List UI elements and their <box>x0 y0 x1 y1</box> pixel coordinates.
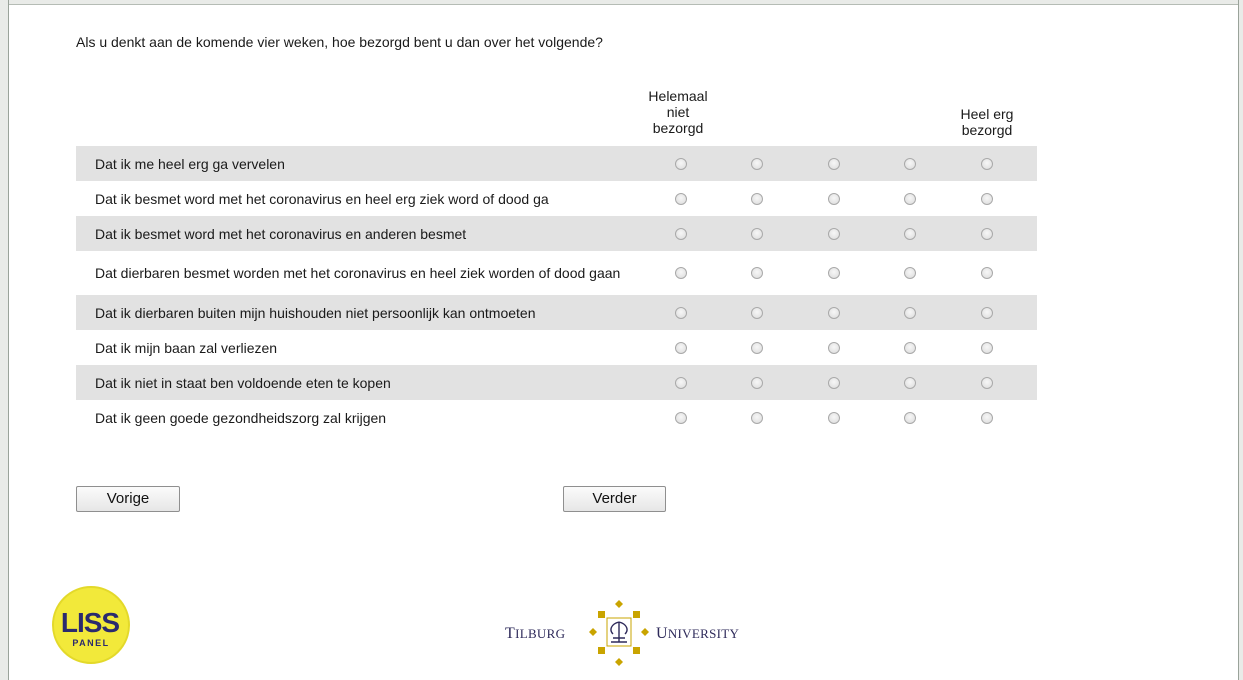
row-label: Dat ik mijn baan zal verliezen <box>95 339 278 356</box>
grid-row-5: Dat ik dierbaren buiten mijn huishouden … <box>76 295 1037 330</box>
radio-option-1[interactable] <box>675 157 687 170</box>
window-right-border <box>1238 0 1243 680</box>
radio-option-4[interactable] <box>904 411 916 424</box>
scale-label-line: Heel erg <box>960 106 1014 122</box>
liss-panel-logo: LISS PANEL <box>50 584 132 666</box>
tilburg-wordmark-right: UNIVERSITY <box>656 625 740 642</box>
grid-row-6: Dat ik mijn baan zal verliezen <box>76 330 1037 365</box>
radio-option-2[interactable] <box>751 267 763 279</box>
question-text: Als u denkt aan de komende vier weken, h… <box>76 34 603 50</box>
tilburg-emblem-icon <box>589 600 649 666</box>
radio-option-2[interactable] <box>751 157 763 170</box>
scale-label-line: Helemaal <box>648 88 708 104</box>
tilburg-wordmark-left: TILBURG <box>505 625 566 642</box>
radio-option-4[interactable] <box>904 267 916 279</box>
row-label: Dat dierbaren besmet worden met het coro… <box>95 265 621 281</box>
radio-option-1[interactable] <box>675 376 687 389</box>
radio-option-3[interactable] <box>828 306 840 319</box>
radio-option-3[interactable] <box>828 376 840 389</box>
radio-option-1[interactable] <box>675 411 687 424</box>
radio-option-1[interactable] <box>675 306 687 319</box>
radio-option-2[interactable] <box>751 411 763 424</box>
grid-row-1: Dat ik me heel erg ga vervelen <box>76 146 1037 181</box>
window-left-border <box>0 0 9 680</box>
radio-option-1[interactable] <box>675 267 687 279</box>
liss-panel-logo-graphic: LISS PANEL <box>52 586 130 664</box>
radio-option-2[interactable] <box>751 306 763 319</box>
radio-option-4[interactable] <box>904 192 916 205</box>
scale-label-not-worried: Helemaal niet bezorgd <box>646 88 710 136</box>
radio-option-2[interactable] <box>751 192 763 205</box>
grid-row-7: Dat ik niet in staat ben voldoende eten … <box>76 365 1037 400</box>
tilburg-university-logo: TILBURG UNIVERSITY <box>505 598 760 670</box>
radio-option-3[interactable] <box>828 341 840 354</box>
radio-option-5[interactable] <box>981 411 993 424</box>
grid-row-8: Dat ik geen goede gezondheidszorg zal kr… <box>76 400 1037 435</box>
svg-text:PANEL: PANEL <box>72 638 109 648</box>
grid-row-4: Dat dierbaren besmet worden met het coro… <box>76 251 1037 295</box>
row-label: Dat ik me heel erg ga vervelen <box>95 155 285 172</box>
question-grid: Dat ik me heel erg ga vervelen Dat ik be… <box>76 146 1037 435</box>
radio-option-4[interactable] <box>904 376 916 389</box>
radio-option-3[interactable] <box>828 411 840 424</box>
radio-option-5[interactable] <box>981 341 993 354</box>
next-button[interactable]: Verder <box>563 486 666 512</box>
radio-option-5[interactable] <box>981 227 993 240</box>
scale-label-very-worried: Heel erg bezorgd <box>952 106 1022 138</box>
radio-option-4[interactable] <box>904 306 916 319</box>
radio-option-3[interactable] <box>828 192 840 205</box>
scale-label-line: bezorgd <box>652 120 704 136</box>
scale-label-line: niet <box>666 104 690 120</box>
radio-option-5[interactable] <box>981 157 993 170</box>
radio-option-2[interactable] <box>751 227 763 240</box>
previous-button[interactable]: Vorige <box>76 486 180 512</box>
radio-option-5[interactable] <box>981 267 993 279</box>
scale-label-line: bezorgd <box>961 122 1013 138</box>
row-label: Dat ik niet in staat ben voldoende eten … <box>95 374 391 391</box>
radio-option-3[interactable] <box>828 267 840 279</box>
radio-option-5[interactable] <box>981 306 993 319</box>
grid-row-2: Dat ik besmet word met het coronavirus e… <box>76 181 1037 216</box>
radio-option-1[interactable] <box>675 341 687 354</box>
radio-option-4[interactable] <box>904 341 916 354</box>
radio-option-2[interactable] <box>751 376 763 389</box>
row-label: Dat ik dierbaren buiten mijn huishouden … <box>95 304 536 321</box>
grid-row-3: Dat ik besmet word met het coronavirus e… <box>76 216 1037 251</box>
radio-option-5[interactable] <box>981 192 993 205</box>
radio-option-4[interactable] <box>904 227 916 240</box>
row-label: Dat ik besmet word met het coronavirus e… <box>95 225 467 242</box>
window-top-border <box>0 0 1243 5</box>
radio-option-5[interactable] <box>981 376 993 389</box>
row-label: Dat ik geen goede gezondheidszorg zal kr… <box>95 409 387 426</box>
radio-option-4[interactable] <box>904 157 916 170</box>
row-label: Dat ik besmet word met het coronavirus e… <box>95 190 549 207</box>
radio-option-1[interactable] <box>675 192 687 205</box>
svg-text:LISS: LISS <box>61 607 120 638</box>
radio-option-1[interactable] <box>675 227 687 240</box>
radio-option-2[interactable] <box>751 341 763 354</box>
radio-option-3[interactable] <box>828 157 840 170</box>
radio-option-3[interactable] <box>828 227 840 240</box>
